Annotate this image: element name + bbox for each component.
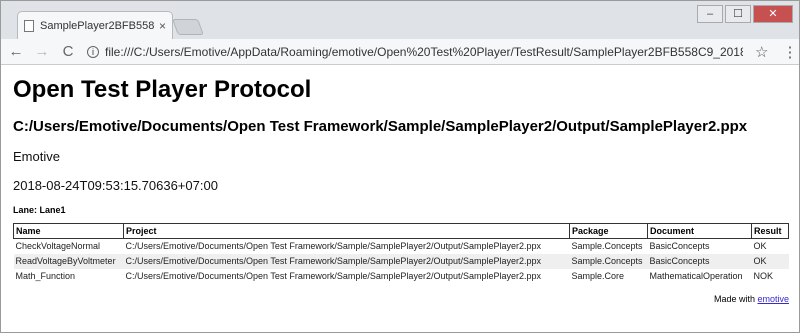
cell-document: BasicConcepts [649, 241, 710, 252]
table-row: ReadVoltageByVoltmeter C:/Users/Emotive/… [13, 253, 789, 269]
cell-project: C:/Users/Emotive/Documents/Open Test Fra… [125, 271, 542, 281]
url-text: file:///C:/Users/Emotive/AppData/Roaming… [105, 44, 743, 59]
bookmark-star-icon[interactable]: ☆ [755, 43, 768, 61]
footer-text: Made with [713, 293, 758, 304]
cell-document: BasicConcepts [647, 253, 752, 269]
window-controls: – ☐ ✕ [695, 5, 793, 23]
cell-name: Math_Function [15, 271, 76, 281]
page-title: Open Test Player Protocol [13, 76, 312, 103]
timestamp-text: 2018-08-24T09:53:15.70636+07:00 [13, 178, 218, 193]
table-header-row: Name Project Package Document Result [13, 223, 789, 239]
emotive-link[interactable]: emotive [757, 294, 789, 304]
menu-icon[interactable]: ⋮ [782, 43, 797, 61]
forward-icon[interactable]: → [31, 43, 53, 60]
maximize-button[interactable]: ☐ [725, 5, 751, 23]
table-row: CheckVoltageNormal C:/Users/Emotive/Docu… [14, 239, 789, 254]
cell-result: OK [753, 241, 767, 252]
cell-project: C:/Users/Emotive/Documents/Open Test Fra… [123, 253, 570, 269]
cell-package: Sample.Core [571, 271, 625, 281]
close-window-button[interactable]: ✕ [753, 5, 793, 23]
browser-tab[interactable]: SamplePlayer2BFB558C9... × [17, 11, 173, 39]
document-icon [24, 19, 34, 32]
cell-result: NOK [753, 271, 774, 281]
cell-project: C:/Users/Emotive/Documents/Open Test Fra… [125, 241, 542, 252]
browser-toolbar: ← → C i file:///C:/Users/Emotive/AppData… [1, 39, 799, 65]
minimize-button[interactable]: – [697, 5, 723, 23]
page-content: Open Test Player Protocol C:/Users/Emoti… [1, 66, 799, 332]
reload-icon[interactable]: C [57, 43, 79, 60]
column-header-project: Project [123, 223, 570, 239]
back-icon[interactable]: ← [5, 43, 27, 60]
title-bar: SamplePlayer2BFB558C9... × – ☐ ✕ [1, 1, 799, 39]
results-table: Name Project Package Document Result Che… [13, 223, 789, 284]
cell-result: OK [751, 253, 789, 269]
file-path-heading: C:/Users/Emotive/Documents/Open Test Fra… [13, 118, 748, 135]
column-header-document: Document [647, 223, 752, 239]
browser-window: SamplePlayer2BFB558C9... × – ☐ ✕ ← → C i… [0, 0, 800, 333]
lane-label: Lane: Lane1 [13, 205, 66, 215]
cell-name: CheckVoltageNormal [15, 241, 101, 252]
cell-package: Sample.Concepts [569, 253, 648, 269]
info-icon[interactable]: i [87, 45, 99, 58]
cell-name: ReadVoltageByVoltmeter [13, 253, 124, 269]
cell-document: MathematicalOperation [649, 271, 743, 281]
address-bar[interactable]: i file:///C:/Users/Emotive/AppData/Roami… [87, 41, 743, 63]
column-header-package: Package [569, 223, 648, 239]
tab-title: SamplePlayer2BFB558C9... [40, 19, 155, 32]
table-row: Math_Function C:/Users/Emotive/Documents… [14, 269, 789, 284]
cell-package: Sample.Concepts [571, 241, 643, 252]
footer: Made with emotive [13, 294, 789, 304]
author-text: Emotive [13, 149, 60, 164]
tab-close-icon[interactable]: × [159, 19, 166, 33]
column-header-result: Result [751, 223, 789, 239]
new-tab-button[interactable] [172, 19, 204, 35]
column-header-name: Name [13, 223, 124, 239]
